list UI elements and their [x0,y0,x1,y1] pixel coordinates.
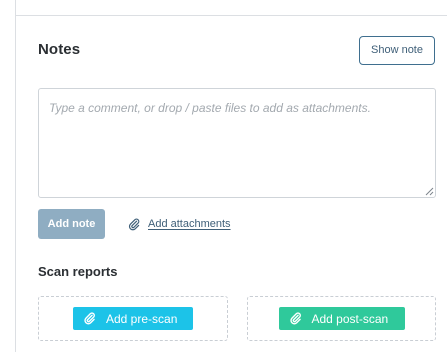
pre-scan-dropzone[interactable]: Add pre-scan [38,296,228,341]
paperclip-icon [83,312,96,325]
add-post-scan-button[interactable]: Add post-scan [278,307,405,330]
left-divider [15,0,16,352]
add-pre-scan-label: Add pre-scan [106,311,178,326]
paperclip-icon [128,218,140,231]
resize-handle-icon[interactable] [425,187,434,196]
top-divider [15,15,447,16]
post-scan-dropzone[interactable]: Add post-scan [247,296,436,341]
add-attachments-link[interactable]: Add attachments [128,216,231,232]
notes-heading: Notes [38,41,81,58]
comment-input[interactable] [38,88,436,198]
add-pre-scan-button[interactable]: Add pre-scan [73,307,193,330]
add-post-scan-label: Add post-scan [311,311,389,326]
paperclip-icon [289,312,302,325]
add-attachments-label: Add attachments [148,218,231,230]
scan-reports-heading: Scan reports [38,264,118,279]
show-note-button[interactable]: Show note [359,36,435,65]
add-note-button[interactable]: Add note [38,209,105,239]
notes-panel: Notes Show note Add note Add attachments… [0,0,447,352]
